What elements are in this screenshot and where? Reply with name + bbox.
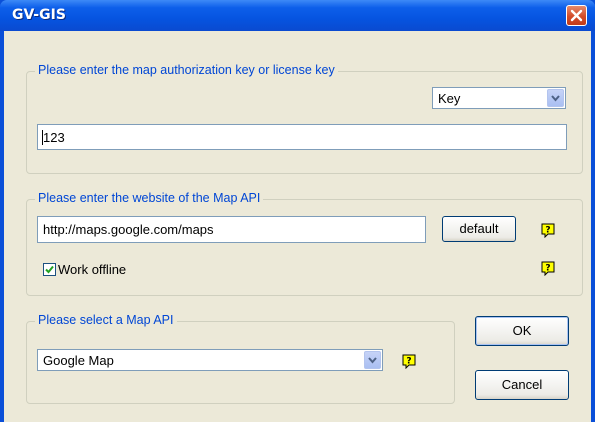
map-api-group-legend: Please select a Map API	[35, 313, 177, 327]
work-offline-label[interactable]: Work offline	[58, 262, 126, 277]
chevron-down-icon	[368, 357, 377, 364]
key-type-value: Key	[438, 91, 461, 106]
map-api-dropdown-button[interactable]	[364, 351, 381, 369]
map-api-group: Please select a Map API Google Map ?	[26, 313, 455, 404]
ok-button[interactable]: OK	[475, 316, 569, 346]
map-api-value: Google Map	[43, 353, 114, 368]
website-url-input[interactable]: http://maps.google.com/maps	[37, 216, 426, 243]
chevron-down-icon	[551, 95, 560, 102]
map-api-select[interactable]: Google Map	[37, 349, 383, 371]
key-type-dropdown-button[interactable]	[547, 89, 564, 107]
dialog-window: GV-GIS Please enter the map authorizatio…	[0, 0, 595, 422]
work-offline-checkbox[interactable]	[43, 263, 56, 276]
help-icon[interactable]: ?	[541, 261, 555, 276]
key-group-legend: Please enter the map authorization key o…	[35, 63, 338, 77]
default-button-label: default	[459, 221, 499, 236]
window-title: GV-GIS	[12, 7, 66, 23]
title-bar[interactable]: GV-GIS	[0, 0, 595, 31]
ok-button-label: OK	[512, 323, 532, 338]
key-type-select[interactable]: Key	[432, 87, 566, 109]
key-input-value: 123	[43, 130, 65, 145]
key-group: Please enter the map authorization key o…	[26, 63, 583, 174]
cancel-button[interactable]: Cancel	[475, 370, 569, 400]
cancel-button-label: Cancel	[501, 377, 543, 392]
close-button[interactable]	[566, 5, 587, 26]
dialog-body: Please enter the map authorization key o…	[4, 31, 591, 422]
close-icon	[570, 9, 583, 22]
svg-text:?: ?	[406, 357, 411, 367]
key-input[interactable]: 123	[37, 124, 567, 150]
default-button[interactable]: default	[442, 216, 516, 242]
svg-text:?: ?	[545, 264, 550, 274]
svg-text:?: ?	[545, 226, 550, 236]
website-group: Please enter the website of the Map API …	[26, 191, 583, 296]
check-icon	[45, 265, 54, 274]
help-icon[interactable]: ?	[541, 223, 555, 238]
website-url-value: http://maps.google.com/maps	[43, 222, 214, 237]
website-group-legend: Please enter the website of the Map API	[35, 191, 264, 205]
help-icon[interactable]: ?	[402, 354, 416, 369]
